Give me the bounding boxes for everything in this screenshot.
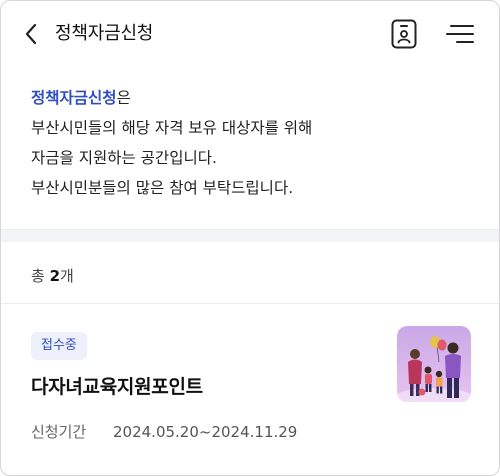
- item-thumbnail: [397, 326, 471, 402]
- count-unit: 개: [60, 267, 74, 285]
- back-button[interactable]: [19, 21, 43, 47]
- section-divider: [1, 229, 499, 242]
- intro-line-2: 부산시민들의 해당 자격 보유 대상자를 위해: [31, 119, 313, 137]
- top-app-bar: 정책자금신청: [1, 1, 499, 67]
- intro-line-3: 자금을 지원하는 공간입니다.: [31, 149, 217, 167]
- id-card-icon: [391, 19, 417, 49]
- item-title: 다자녀교육지원포인트: [31, 376, 203, 398]
- intro-line-1: 정책자금신청은: [31, 83, 471, 113]
- period-label: 신청기간: [31, 423, 87, 441]
- intro-highlight: 정책자금신청: [31, 89, 117, 107]
- count-number: 2: [49, 267, 61, 285]
- chevron-left-icon: [25, 23, 37, 45]
- list-item[interactable]: 접수중 다자녀교육지원포인트 신청기간 2024.05.20~2024.11.2…: [1, 304, 499, 475]
- count-prefix: 총: [31, 267, 45, 285]
- total-count: 총 2개: [31, 263, 74, 289]
- app-frame: 정책자금신청 정책자금신청은 부산시민들의 해당 자격 보유 대상자를 위해 자…: [0, 0, 500, 476]
- intro-text: 정책자금신청은 부산시민들의 해당 자격 보유 대상자를 위해 자금을 지원하는…: [31, 83, 471, 203]
- period-value: 2024.05.20~2024.11.29: [113, 423, 298, 441]
- status-badge: 접수중: [31, 332, 87, 360]
- menu-button[interactable]: [445, 23, 475, 45]
- page-title: 정책자금신청: [55, 23, 154, 44]
- intro-suffix: 은: [116, 89, 131, 107]
- id-card-button[interactable]: [391, 19, 417, 49]
- hamburger-menu-icon: [446, 25, 474, 43]
- family-illustration-icon: [397, 326, 471, 402]
- intro-line-4: 부산시민분들의 많은 참여 부탁드립니다.: [31, 179, 294, 197]
